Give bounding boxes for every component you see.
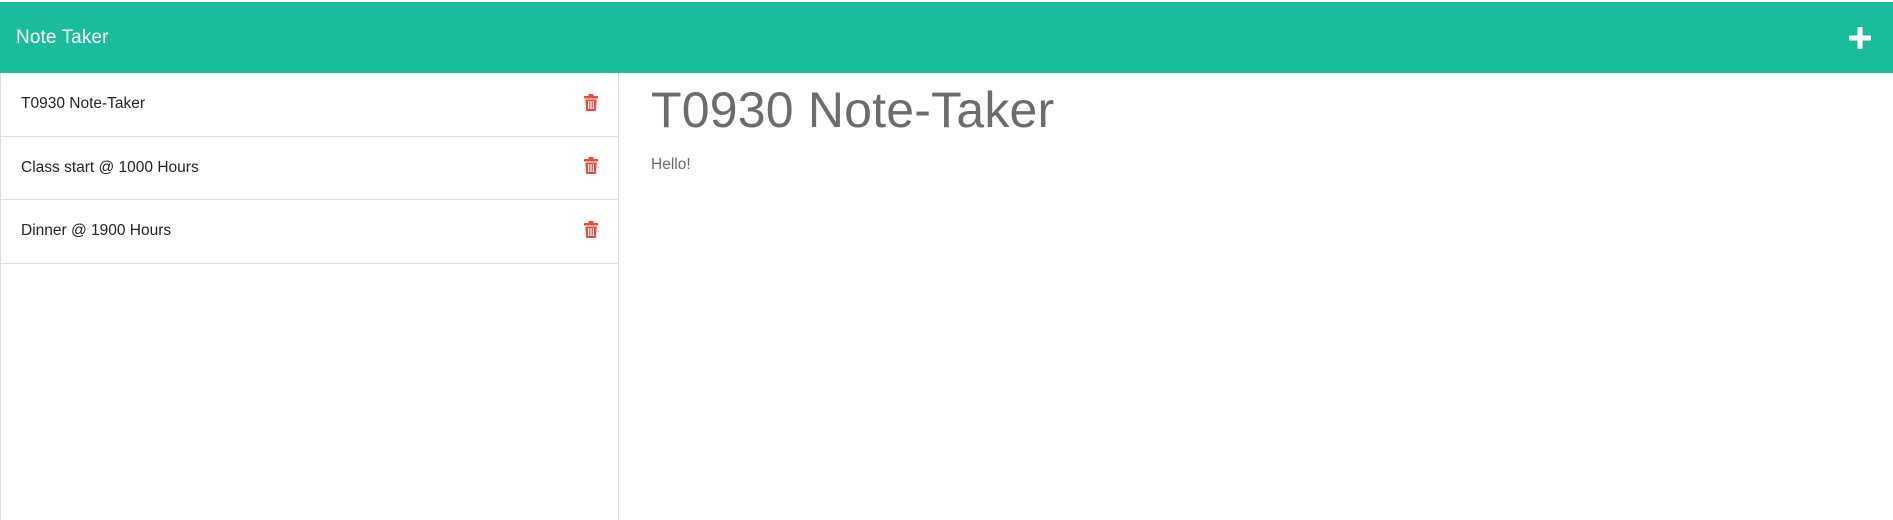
list-item[interactable]: Dinner @ 1900 Hours <box>1 200 618 264</box>
note-list: T0930 Note-Taker Class start @ 1000 Hour… <box>1 73 618 264</box>
note-title-heading[interactable]: T0930 Note-Taker <box>651 83 1871 138</box>
trash-icon[interactable] <box>582 155 600 177</box>
note-body[interactable]: Hello! <box>651 156 1871 174</box>
trash-icon[interactable] <box>582 91 600 113</box>
note-title[interactable]: Class start @ 1000 Hours <box>21 159 199 177</box>
note-detail: T0930 Note-Taker Hello! <box>651 73 1871 174</box>
brand-title[interactable]: Note Taker <box>16 27 109 49</box>
list-item[interactable]: T0930 Note-Taker <box>1 73 618 137</box>
notes-sidebar: T0930 Note-Taker Class start @ 1000 Hour… <box>0 73 619 520</box>
list-item[interactable]: Class start @ 1000 Hours <box>1 137 618 200</box>
navbar: Note Taker <box>0 2 1893 73</box>
plus-icon <box>1849 26 1871 49</box>
note-title[interactable]: Dinner @ 1900 Hours <box>21 222 171 240</box>
new-note-button[interactable] <box>1845 23 1875 53</box>
note-title[interactable]: T0930 Note-Taker <box>21 95 145 113</box>
trash-icon[interactable] <box>582 218 600 240</box>
